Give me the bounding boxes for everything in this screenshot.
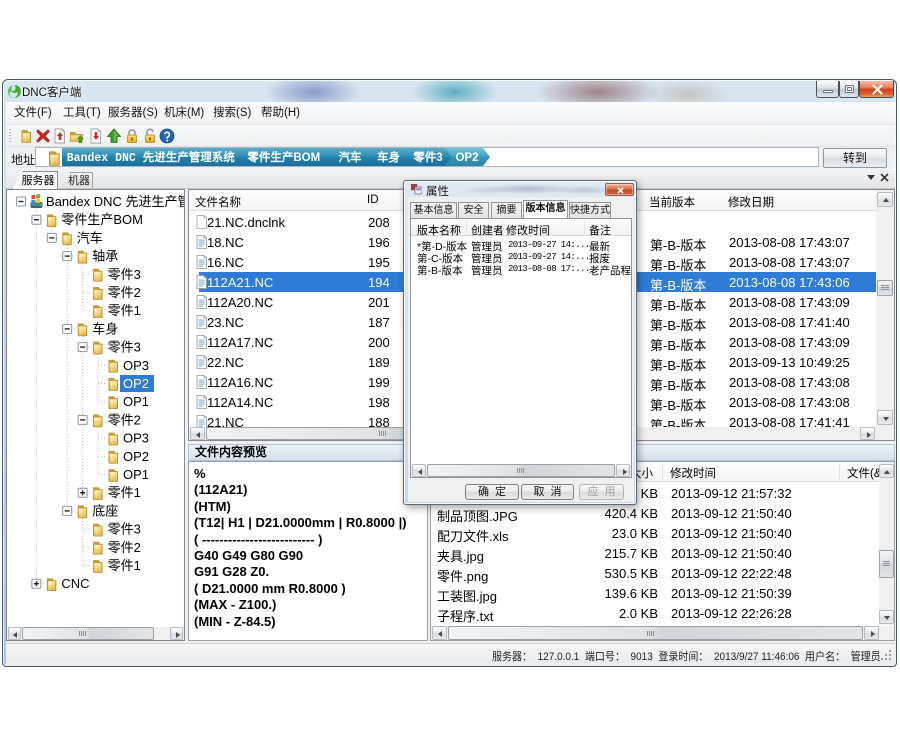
svg-text:OP2: OP2: [123, 376, 149, 391]
svg-text:Bandex DNC 先进生产管理系统: Bandex DNC 先进生产管理系统: [67, 150, 235, 165]
svg-text:汽车: 汽车: [77, 230, 103, 245]
svg-text:零件生产BOM: 零件生产BOM: [61, 212, 143, 227]
svg-text:零件2: 零件2: [108, 285, 141, 300]
svg-text:OP1: OP1: [123, 394, 149, 409]
svg-text:Bandex DNC 先进生产管理系统: Bandex DNC 先进生产管理系统: [46, 194, 184, 209]
svg-text:零件2: 零件2: [108, 540, 141, 555]
svg-text:OP3: OP3: [123, 431, 149, 446]
svg-text:CNC: CNC: [61, 576, 89, 591]
svg-text:零件3: 零件3: [108, 267, 141, 282]
svg-text:零件3: 零件3: [108, 340, 141, 355]
svg-text:零件1: 零件1: [108, 485, 141, 500]
svg-text:OP2: OP2: [123, 449, 149, 464]
svg-text:零件3: 零件3: [108, 522, 141, 537]
svg-text:汽车: 汽车: [339, 150, 362, 164]
svg-text:零件2: 零件2: [108, 412, 141, 427]
svg-text:零件3: 零件3: [412, 150, 442, 164]
svg-text:轴承: 轴承: [92, 249, 118, 264]
svg-text:零件1: 零件1: [108, 303, 141, 318]
svg-text:车身: 车身: [377, 150, 400, 164]
svg-text:零件1: 零件1: [108, 558, 141, 573]
svg-text:零件生产BOM: 零件生产BOM: [246, 150, 320, 164]
svg-text:OP3: OP3: [123, 358, 149, 373]
svg-text:OP2: OP2: [455, 152, 478, 164]
svg-text:底座: 底座: [92, 503, 118, 518]
svg-text:OP1: OP1: [123, 467, 149, 482]
svg-text:车身: 车身: [92, 321, 118, 336]
